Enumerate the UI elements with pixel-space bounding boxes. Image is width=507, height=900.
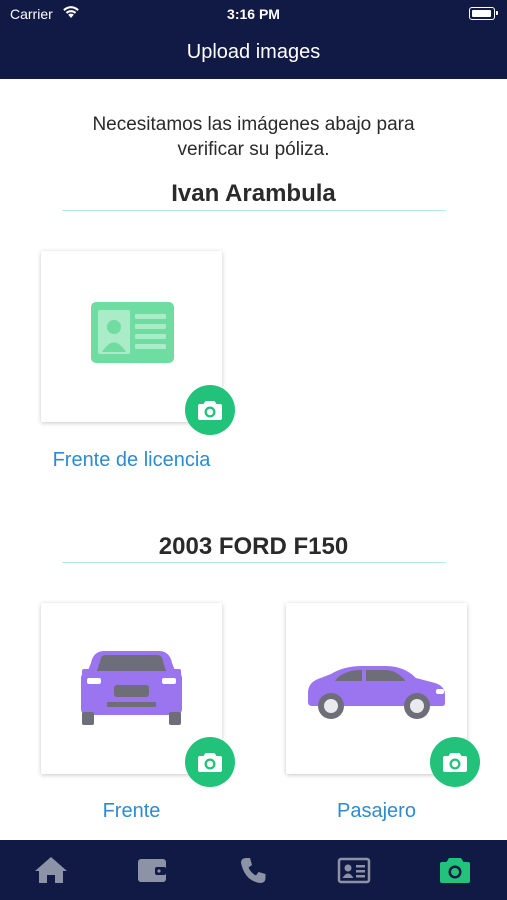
tab-bar xyxy=(0,840,507,900)
license-front-label[interactable]: Frente de licencia xyxy=(22,449,241,472)
tab-id-card[interactable] xyxy=(303,840,404,900)
license-camera-button[interactable] xyxy=(185,385,235,435)
car-front-label[interactable]: Frente xyxy=(41,800,222,823)
driver-section-divider xyxy=(62,210,446,211)
car-front-camera-button[interactable] xyxy=(185,737,235,787)
status-bar: Carrier 3:16 PM xyxy=(0,0,507,28)
tab-wallet[interactable] xyxy=(101,840,202,900)
camera-icon xyxy=(440,858,470,883)
page-title: Upload images xyxy=(186,41,321,63)
vehicle-section-divider xyxy=(62,562,446,563)
intro-text: Necesitamos las imágenes abajo para veri… xyxy=(30,112,477,162)
phone-icon xyxy=(241,858,266,883)
vehicle-name-heading: 2003 FORD F150 xyxy=(158,533,349,560)
tab-home[interactable] xyxy=(0,840,101,900)
tab-camera[interactable] xyxy=(404,840,505,900)
intro-line-2: verificar su póliza. xyxy=(177,139,330,160)
intro-line-1: Necesitamos las imágenes abajo para xyxy=(92,114,415,135)
home-icon xyxy=(35,857,67,883)
wallet-icon xyxy=(138,859,166,882)
camera-icon xyxy=(198,753,222,772)
camera-icon xyxy=(443,753,467,772)
car-passenger-label[interactable]: Pasajero xyxy=(286,800,467,823)
camera-icon xyxy=(198,401,222,420)
tab-phone[interactable] xyxy=(202,840,303,900)
clock-time: 3:16 PM xyxy=(227,6,280,22)
car-passenger-camera-button[interactable] xyxy=(430,737,480,787)
battery-icon xyxy=(469,7,498,20)
driver-name-heading: Ivan Arambula xyxy=(171,180,336,207)
navigation-bar: Upload images xyxy=(0,28,507,79)
id-card-icon xyxy=(337,857,371,884)
